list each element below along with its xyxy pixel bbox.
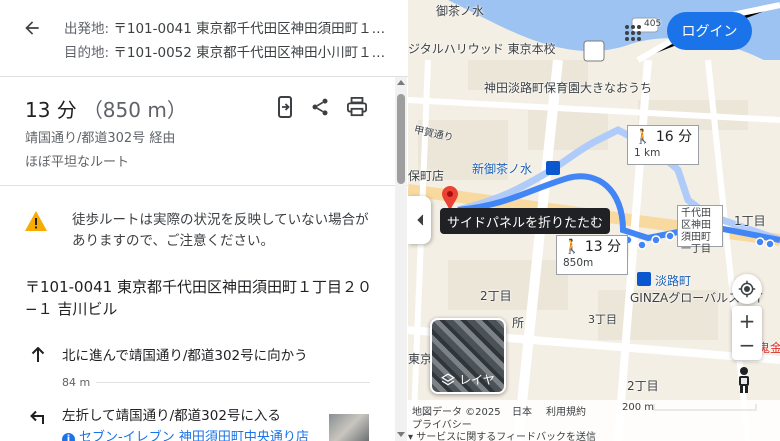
route-summary: 13 分（850 m） 靖国通り/都道302号 経由 ほぼ平坦なルート [0, 78, 408, 186]
map-label-jinbocho: 保町店 [408, 169, 445, 183]
directions-panel: 出発地: 〒101-0041 東京都千代田区神田須田町１丁目２０−１ 目的地: … [0, 0, 408, 441]
alt-route-duration: 16 分 [655, 129, 693, 145]
alt-route-card[interactable]: 🚶 16 分 1 km [627, 125, 700, 165]
landmark-name: セブン-イレブン 神田須田町中央通り店 [79, 430, 309, 441]
map-label-1chome: 1丁目 [734, 214, 766, 228]
direction-step[interactable]: 左折して靖国通り/都道302号に入る i セブン-イレブン 神田須田町中央通り店 [0, 400, 395, 441]
street-view-pegman[interactable] [733, 366, 755, 394]
map-label-2chome-a: 2丁目 [480, 289, 512, 303]
terms-link[interactable]: 利用規約 [546, 403, 586, 418]
landmark-photo[interactable] [329, 414, 369, 441]
walk-icon: 🚶 [634, 129, 652, 145]
destination-field[interactable]: 目的地: 〒101-0052 東京都千代田区神田小川町１丁目 [64, 41, 388, 61]
destination-value: 〒101-0052 東京都千代田区神田小川町１丁目 [113, 45, 388, 61]
alt-route-distance: 1 km [634, 147, 661, 159]
pegman-icon [739, 367, 749, 393]
map-label-awajisho: 所 [512, 316, 525, 330]
origin-value: 〒101-0041 東京都千代田区神田須田町１丁目２０−１ [113, 21, 388, 37]
distance-value: （850 m） [82, 98, 187, 122]
map-label-shin-ochanomizu: 新御茶ノ水 [472, 162, 533, 176]
scroll-down-arrow-icon[interactable] [397, 432, 405, 437]
main-route-card[interactable]: 🚶 13 分 850m [556, 235, 629, 275]
map-label-digital-hollywood: ジタルハリウッド 東京本校 [408, 42, 556, 56]
zoom-out-button[interactable]: − [739, 333, 756, 357]
print-button[interactable] [344, 94, 370, 120]
map-label-hoikuen: 神田淡路町保育園大きなおうち [484, 81, 653, 95]
map-label-2chome-b: 2丁目 [627, 379, 659, 393]
zoom-in-button[interactable]: + [739, 309, 756, 333]
main-route-distance: 850m [563, 257, 594, 269]
duration-value: 13 分 [25, 98, 77, 122]
layers-toggle[interactable]: レイヤ [430, 318, 506, 394]
map-label-ochanomizu: 御茶ノ水 [436, 4, 485, 18]
feedback-link[interactable]: ▾ サービスに関するフィードバックを送信 [408, 428, 596, 441]
expand-triangle-icon: ▾ [408, 432, 417, 441]
warning-text: 徒歩ルートは実際の状況を反映していない場合がありますので、ご注意ください。 [72, 212, 369, 249]
origin-label: 出発地: [64, 21, 110, 37]
scale-label: 200 m [622, 402, 655, 413]
turn-left-icon [28, 407, 48, 427]
warning-icon [25, 211, 47, 231]
login-button[interactable]: ログイン [667, 12, 752, 50]
destination-label: 目的地: [64, 45, 110, 61]
step-instruction: 北に進んで靖国通り/都道302号に向かう [62, 348, 308, 364]
apps-grid-icon [625, 25, 641, 41]
map-label-3chome: 3丁目 [588, 313, 617, 326]
step-instruction: 左折して靖国通り/都道302号に入る [62, 408, 281, 424]
step-distance: 84 m [62, 376, 91, 389]
step-landmark[interactable]: i セブン-イレブン 神田須田町中央通り店 [62, 426, 324, 441]
origin-field[interactable]: 出発地: 〒101-0041 東京都千代田区神田須田町１丁目２０−１ [64, 17, 388, 37]
feedback-text: サービスに関するフィードバックを送信 [416, 432, 597, 441]
collapse-panel-button[interactable] [408, 196, 431, 244]
map-canvas[interactable]: 御茶ノ水 ジタルハリウッド 東京本校 神田淡路町保育園大きなおうち 甲賀通り 保… [408, 0, 780, 441]
layers-label: レイヤ [459, 373, 495, 387]
apps-button[interactable] [624, 24, 642, 42]
origin-address: 〒101-0041 東京都千代田区神田須田町１丁目２０−１ 吉川ビル [25, 278, 372, 318]
share-icon [312, 98, 328, 116]
walk-icon: 🚶 [563, 239, 581, 255]
back-button[interactable] [18, 14, 46, 42]
zoom-controls: + − [732, 306, 762, 360]
arrow-back-icon [25, 21, 39, 35]
scroll-up-arrow-icon[interactable] [397, 80, 405, 85]
direction-step[interactable]: 北に進んで靖国通り/都道302号に向かう 84 m [0, 340, 395, 400]
print-icon [347, 97, 367, 117]
directions-header: 出発地: 〒101-0041 東京都千代田区神田須田町１丁目２０−１ 目的地: … [0, 0, 408, 77]
map-label-awajicho: 淡路町 [655, 274, 692, 288]
map-label-tokyo: 東京 [408, 352, 433, 366]
info-icon: i [62, 433, 75, 441]
share-button[interactable] [307, 94, 333, 120]
step-divider [96, 382, 370, 383]
arrow-up-icon [28, 345, 48, 365]
layers-label-row: レイヤ [432, 371, 504, 388]
my-location-button[interactable] [732, 274, 762, 304]
my-location-icon [738, 280, 756, 298]
main-route-duration: 13 分 [584, 239, 622, 255]
map-footer: 地図データ ©2025 日本 利用規約 プライバシー 200 m ▾ サービスに… [408, 400, 780, 441]
collapse-tooltip: サイドパネルを折りたたむ [440, 208, 611, 234]
route-terrain: ほぼ平坦なルート [25, 155, 130, 170]
panel-scrollbar[interactable] [395, 77, 407, 441]
walking-warning: 徒歩ルートは実際の状況を反映していない場合がありますので、ご注意ください。 [0, 196, 395, 266]
road-sign-405: 405 [644, 19, 662, 29]
send-to-phone-icon [278, 96, 292, 118]
region-link[interactable]: 日本 [512, 403, 532, 418]
chevron-left-icon [416, 214, 423, 226]
layers-icon [441, 372, 456, 385]
route-duration: 13 分（850 m） [25, 94, 187, 123]
send-to-phone-button[interactable] [272, 94, 298, 120]
destination-label-box: 千代田区神田須田町一丁目 [677, 205, 723, 255]
route-via: 靖国通り/都道302号 経由 [25, 131, 176, 146]
scroll-thumb[interactable] [397, 94, 405, 184]
